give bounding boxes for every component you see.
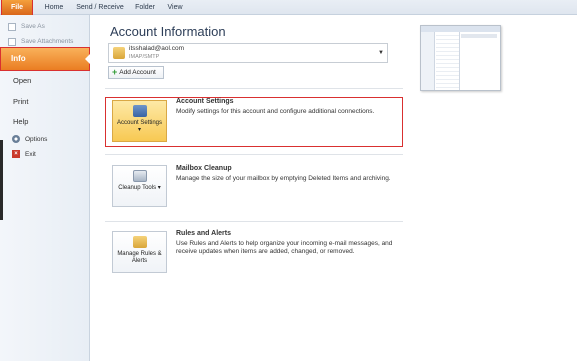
- nav-item-options-label: Options: [25, 135, 48, 143]
- window-edge: [0, 140, 3, 220]
- tab-file[interactable]: File: [1, 0, 33, 16]
- plus-icon: +: [112, 67, 118, 77]
- nav-item-exit-label: Exit: [25, 150, 36, 158]
- section-description: Manage the size of your mailbox by empty…: [176, 175, 391, 182]
- save-attachments-icon: [8, 37, 16, 46]
- divider: [105, 88, 403, 89]
- ribbon-tab-bar: File Home Send / Receive Folder View: [0, 0, 577, 16]
- account-settings-button-label: Account Settings ▾: [116, 120, 163, 133]
- nav-item-options[interactable]: Options: [12, 135, 47, 143]
- section-title: Account Settings: [176, 98, 234, 105]
- save-as-label: Save As: [21, 23, 45, 30]
- nav-item-exit[interactable]: × Exit: [12, 150, 36, 158]
- tab-view[interactable]: View: [162, 0, 188, 15]
- chevron-down-icon[interactable]: ▼: [378, 50, 384, 56]
- section-title: Mailbox Cleanup: [176, 165, 232, 172]
- section-description: Modify settings for this account and con…: [176, 108, 375, 115]
- options-icon: [12, 135, 20, 143]
- account-icon: [113, 47, 125, 59]
- save-attachments-command[interactable]: Save Attachments: [8, 35, 73, 48]
- save-as-icon: [8, 22, 16, 31]
- cleanup-tools-icon: [132, 170, 147, 182]
- account-settings-icon: [132, 105, 147, 117]
- preview-folder-pane: [421, 32, 435, 90]
- divider: [105, 154, 403, 155]
- manage-rules-button[interactable]: Manage Rules & Alerts: [112, 231, 167, 273]
- section-title: Rules and Alerts: [176, 230, 231, 237]
- cleanup-tools-button[interactable]: Cleanup Tools ▾: [112, 165, 167, 207]
- outlook-preview-thumbnail: [420, 25, 501, 91]
- nav-item-info[interactable]: Info: [0, 47, 90, 71]
- account-settings-button[interactable]: Account Settings ▾: [112, 100, 167, 142]
- account-type: IMAP/SMTP: [129, 54, 160, 60]
- backstage-nav: Save As Save Attachments Info Open Print…: [0, 15, 90, 361]
- preview-message-list: [436, 32, 460, 90]
- nav-item-help[interactable]: Help: [13, 117, 28, 126]
- nav-item-open[interactable]: Open: [13, 76, 31, 85]
- selected-pointer-icon: [85, 54, 90, 64]
- add-account-button[interactable]: + Add Account: [108, 66, 164, 79]
- divider: [105, 221, 403, 222]
- rules-alerts-icon: [132, 236, 147, 248]
- tab-folder[interactable]: Folder: [130, 0, 160, 15]
- save-as-command[interactable]: Save As: [8, 20, 45, 33]
- cleanup-tools-button-label: Cleanup Tools ▾: [118, 185, 161, 191]
- nav-item-info-label: Info: [11, 54, 26, 63]
- account-email: itsshalad@aol.com: [129, 45, 185, 52]
- account-selector[interactable]: itsshalad@aol.com IMAP/SMTP ▼: [108, 43, 388, 63]
- preview-reading-pane: [461, 34, 497, 38]
- add-account-label: Add Account: [119, 69, 156, 76]
- page-title: Account Information: [110, 24, 226, 39]
- manage-rules-button-label: Manage Rules & Alerts: [117, 251, 162, 264]
- nav-item-print[interactable]: Print: [13, 97, 28, 106]
- exit-icon: ×: [12, 150, 20, 158]
- save-attachments-label: Save Attachments: [21, 38, 74, 45]
- section-description: Use Rules and Alerts to help organize yo…: [176, 240, 393, 255]
- tab-home[interactable]: Home: [38, 0, 70, 15]
- tab-send-receive[interactable]: Send / Receive: [70, 0, 130, 15]
